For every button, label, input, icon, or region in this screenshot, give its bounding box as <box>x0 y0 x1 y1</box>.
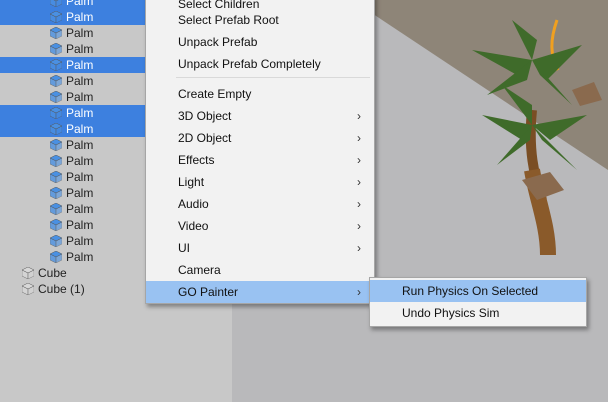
go-painter-submenu: Run Physics On Selected Undo Physics Sim <box>369 277 587 327</box>
prefab-cube-icon <box>50 27 62 39</box>
menu-item[interactable]: UI › <box>146 237 374 259</box>
hierarchy-item-label: Palm <box>66 122 94 136</box>
prefab-cube-icon <box>50 11 62 23</box>
hierarchy-item-label: Palm <box>66 58 94 72</box>
gameobject-cube-icon <box>22 267 34 279</box>
submenu-item[interactable]: Run Physics On Selected <box>370 280 586 302</box>
menu-item-label: Camera <box>178 263 221 277</box>
chevron-right-icon: › <box>357 109 361 123</box>
hierarchy-item-label: Palm <box>66 202 94 216</box>
menu-item-label: Effects <box>178 153 215 167</box>
menu-item-label: Unpack Prefab Completely <box>178 57 321 71</box>
prefab-cube-icon <box>50 75 62 87</box>
menu-item-label: Unpack Prefab <box>178 35 258 49</box>
hierarchy-item-label: Palm <box>66 106 94 120</box>
prefab-cube-icon <box>50 59 62 71</box>
chevron-right-icon: › <box>357 197 361 211</box>
gameobject-cube-icon <box>22 283 34 295</box>
prefab-cube-icon <box>50 155 62 167</box>
chevron-right-icon: › <box>357 285 361 299</box>
menu-item-label: GO Painter <box>178 285 239 299</box>
chevron-right-icon: › <box>357 241 361 255</box>
menu-item[interactable]: Video › <box>146 215 374 237</box>
context-menu: Select Children Select Prefab Root Unpack … <box>145 0 375 304</box>
menu-item[interactable]: Audio › <box>146 193 374 215</box>
hierarchy-item-label: Palm <box>66 170 94 184</box>
menu-item[interactable]: Light › <box>146 171 374 193</box>
menu-item[interactable]: Unpack Prefab <box>146 31 374 53</box>
menu-item[interactable]: 2D Object › <box>146 127 374 149</box>
menu-item-label: Select Prefab Root <box>178 13 279 27</box>
hierarchy-item-label: Palm <box>66 154 94 168</box>
prefab-cube-icon <box>50 203 62 215</box>
hierarchy-item-label: Palm <box>66 42 94 56</box>
chevron-right-icon: › <box>357 219 361 233</box>
chevron-right-icon: › <box>357 175 361 189</box>
prefab-cube-icon <box>50 107 62 119</box>
prefab-cube-icon <box>50 251 62 263</box>
hierarchy-item-label: Palm <box>66 26 94 40</box>
menu-item[interactable]: Create Empty <box>146 83 374 105</box>
hierarchy-item-label: Palm <box>66 10 94 24</box>
menu-item[interactable]: Select Prefab Root <box>146 9 374 31</box>
submenu-item-label: Undo Physics Sim <box>402 306 500 320</box>
hierarchy-item-label: Cube (1) <box>38 282 85 296</box>
prefab-cube-icon <box>50 91 62 103</box>
menu-item[interactable]: 3D Object › <box>146 105 374 127</box>
hierarchy-item-label: Cube <box>38 266 67 280</box>
hierarchy-item-label: Palm <box>66 0 94 8</box>
menu-item[interactable]: Effects › <box>146 149 374 171</box>
menu-item-label: Create Empty <box>178 87 252 101</box>
menu-item-label: Audio <box>178 197 209 211</box>
hierarchy-item-label: Palm <box>66 186 94 200</box>
prefab-cube-icon <box>50 43 62 55</box>
submenu-item[interactable]: Undo Physics Sim <box>370 302 586 324</box>
hierarchy-item-label: Palm <box>66 90 94 104</box>
menu-separator <box>176 77 370 78</box>
menu-item-label: UI <box>178 241 190 255</box>
prefab-cube-icon <box>50 139 62 151</box>
prefab-cube-icon <box>50 0 62 7</box>
prefab-cube-icon <box>50 235 62 247</box>
menu-item-label: 2D Object <box>178 131 232 145</box>
ground-plane-shape <box>352 0 608 170</box>
hierarchy-item-label: Palm <box>66 138 94 152</box>
hierarchy-item-label: Palm <box>66 234 94 248</box>
hierarchy-item-label: Palm <box>66 218 94 232</box>
menu-item-label: 3D Object <box>178 109 232 123</box>
prefab-cube-icon <box>50 171 62 183</box>
chevron-right-icon: › <box>357 153 361 167</box>
menu-item-label: Light <box>178 175 205 189</box>
menu-item-label: Video <box>178 219 209 233</box>
menu-item[interactable]: GO Painter › <box>146 281 374 303</box>
menu-item[interactable]: Unpack Prefab Completely <box>146 53 374 75</box>
hierarchy-item-label: Palm <box>66 250 94 264</box>
submenu-item-label: Run Physics On Selected <box>402 284 539 298</box>
prefab-cube-icon <box>50 123 62 135</box>
hierarchy-item-label: Palm <box>66 74 94 88</box>
menu-item[interactable]: Camera <box>146 259 374 281</box>
prefab-cube-icon <box>50 219 62 231</box>
chevron-right-icon: › <box>357 131 361 145</box>
prefab-cube-icon <box>50 187 62 199</box>
